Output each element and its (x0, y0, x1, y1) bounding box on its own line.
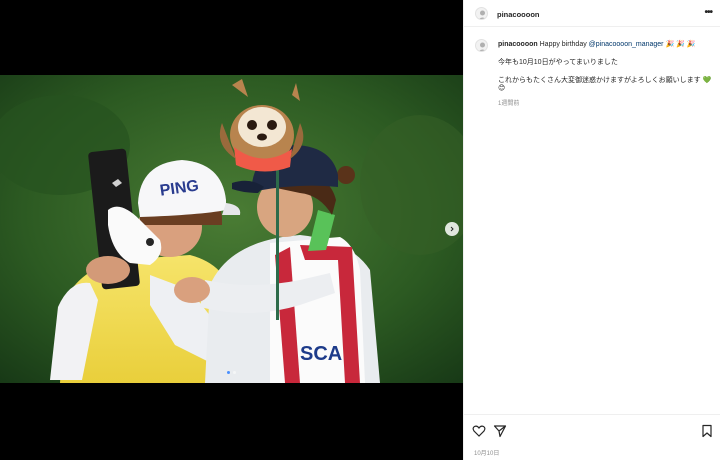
more-options-icon[interactable]: ••• (704, 7, 712, 18)
post-media-area: PING SCA (0, 0, 463, 460)
smile-emoji: 😊 (498, 85, 506, 92)
vest-logo-text: SCA (300, 343, 342, 365)
post-header: pinacoooon ••• (464, 0, 720, 27)
carousel-dot (233, 371, 236, 374)
carousel-dot-active (227, 371, 230, 374)
caption-mention-link[interactable]: @pinacoooon_manager (589, 41, 664, 48)
bookmark-icon[interactable] (700, 424, 714, 438)
post-date: 10月10日 (474, 451, 500, 457)
caption-line-3-text: これからもたくさん大変御迷惑かけますがよろしくお願いします (498, 77, 701, 84)
share-icon[interactable] (493, 424, 507, 438)
avatar[interactable] (475, 7, 488, 20)
post-photo[interactable]: PING SCA (0, 75, 463, 383)
party-emoji: 🎉 🎉 🎉 (665, 41, 696, 48)
golf-photo-illustration: PING SCA (0, 75, 463, 383)
avatar-icon (479, 10, 486, 19)
post-side-panel: pinacoooon ••• pinacoooon Happy birthday… (463, 0, 720, 460)
avatar-icon (479, 42, 486, 51)
caption-line-3: これからもたくさん大変御迷惑かけますがよろしくお願いします 💚 (498, 75, 711, 85)
action-bar: 10月10日 (464, 414, 720, 460)
instagram-post-viewer: PING SCA pinacoooon ••• pinacoooon Happy… (0, 0, 720, 460)
caption-line-4: 😊 (498, 84, 505, 92)
heart-icon[interactable] (472, 424, 486, 438)
chevron-right-icon (450, 226, 454, 232)
carousel-indicator (227, 371, 236, 374)
caption-timestamp[interactable]: 1週間前 (498, 98, 519, 107)
green-heart-emoji: 💚 (702, 77, 712, 84)
caption-line-2: 今年も10月10日がやってまいりました (498, 59, 618, 66)
caption-username[interactable]: pinacoooon (498, 41, 538, 48)
header-username[interactable]: pinacoooon (497, 10, 540, 19)
caption-avatar[interactable] (475, 39, 488, 52)
next-slide-button[interactable] (445, 222, 459, 236)
caption-text: Happy birthday (539, 41, 587, 48)
caption-line-1: pinacoooon Happy birthday @pinacoooon_ma… (498, 40, 696, 48)
